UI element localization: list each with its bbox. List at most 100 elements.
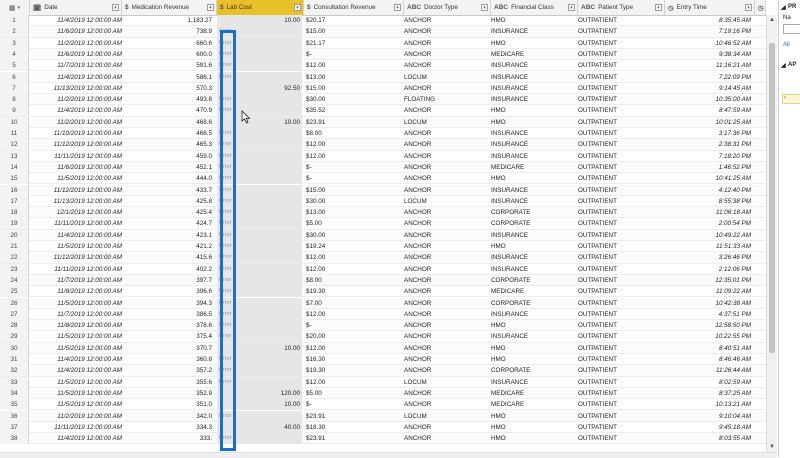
error-value[interactable]: Error bbox=[219, 105, 231, 116]
filter-dropdown-icon[interactable]: ▾ bbox=[745, 4, 752, 11]
lab-cost-cell[interactable]: Error bbox=[217, 376, 302, 388]
row-number[interactable]: 6 bbox=[0, 71, 29, 83]
row-number[interactable]: 22 bbox=[0, 252, 29, 264]
error-value[interactable]: Error bbox=[219, 151, 231, 162]
column-header-doctor-type[interactable]: ABC Doctor Type ▾ bbox=[404, 0, 491, 15]
table-row[interactable]: 31 11/4/2019 12:00:00 AM 360.8 Error $16.30 A… bbox=[0, 354, 766, 366]
lab-cost-cell[interactable]: Error bbox=[217, 263, 302, 275]
error-value[interactable]: Error bbox=[219, 207, 231, 218]
row-number[interactable]: 13 bbox=[0, 150, 29, 162]
panel-caret-icon-2[interactable]: ◢ bbox=[781, 62, 786, 69]
lab-cost-cell[interactable]: 92.50 bbox=[217, 82, 302, 94]
table-row[interactable]: 17 11/13/2019 12:00:00 AM 425.8 Error $30.00… bbox=[0, 195, 766, 208]
table-row[interactable]: 36 11/2/2019 12:00:00 AM 342.0 Error $23.91 L… bbox=[0, 410, 766, 422]
table-row[interactable]: 11 11/10/2019 12:00:00 AM 466.5 Error $8.00 A… bbox=[0, 128, 766, 140]
error-value[interactable]: Error bbox=[219, 139, 231, 150]
lab-cost-cell[interactable]: Error bbox=[217, 139, 302, 151]
row-number[interactable]: 30 bbox=[0, 342, 29, 354]
row-number[interactable]: 9 bbox=[0, 105, 29, 117]
row-number[interactable]: 16 bbox=[0, 184, 29, 196]
row-number[interactable]: 2 bbox=[0, 26, 29, 38]
error-value[interactable]: Error bbox=[219, 331, 231, 342]
column-header-consultation-revenue[interactable]: $ Consultation Revenue ▾ bbox=[304, 0, 404, 15]
row-number[interactable]: 3 bbox=[0, 37, 29, 49]
error-value[interactable]: Error bbox=[219, 128, 231, 139]
error-value[interactable]: Error bbox=[219, 377, 231, 388]
table-row[interactable]: 30 11/5/2019 12:00:00 AM 370.7 10.00 $12.00 A… bbox=[0, 342, 766, 354]
lab-cost-cell[interactable]: Error bbox=[217, 274, 302, 286]
column-header-lab-cost[interactable]: $ Lab Cost ▾ bbox=[217, 0, 304, 15]
error-value[interactable]: Error bbox=[219, 309, 231, 320]
row-number[interactable]: 31 bbox=[0, 354, 29, 365]
column-header-date[interactable]: 🗓 Date ▾ bbox=[30, 0, 122, 15]
lab-cost-cell[interactable]: Error bbox=[217, 433, 302, 445]
error-value[interactable]: Error bbox=[219, 218, 231, 229]
table-row[interactable]: 3 11/2/2019 12:00:00 AM 660.6 Error $21.17 AN… bbox=[0, 37, 766, 49]
panel-caret-icon[interactable]: ◢ bbox=[781, 4, 786, 11]
row-number[interactable]: 27 bbox=[0, 308, 29, 320]
error-value[interactable]: Error bbox=[219, 162, 231, 173]
table-row[interactable]: 37 11/11/2019 12:00:00 AM 334.3 40.00 $18.30… bbox=[0, 421, 766, 434]
lab-cost-cell[interactable]: Error bbox=[217, 105, 302, 117]
lab-cost-cell[interactable]: Error bbox=[217, 229, 302, 241]
error-value[interactable]: Error bbox=[219, 49, 231, 60]
lab-cost-cell[interactable]: Error bbox=[217, 37, 302, 49]
error-value[interactable]: Error bbox=[219, 264, 231, 275]
row-number[interactable]: 5 bbox=[0, 60, 29, 72]
filter-dropdown-icon[interactable]: ▾ bbox=[568, 4, 575, 11]
row-number[interactable]: 20 bbox=[0, 229, 29, 241]
table-row[interactable]: 2 11/6/2019 12:00:00 AM 738.9 Error $15.00 AN… bbox=[0, 26, 766, 38]
table-row[interactable]: 34 11/5/2019 12:00:00 AM 352.9 120.00 $5.00 A… bbox=[0, 387, 766, 400]
table-row[interactable]: 5 11/7/2019 12:00:00 AM 591.6 Error $12.00 AN… bbox=[0, 60, 766, 72]
all-properties-link[interactable]: All bbox=[783, 42, 790, 48]
table-row[interactable]: 32 11/4/2019 12:00:00 AM 357.2 Error $19.30 A… bbox=[0, 365, 766, 377]
table-row[interactable]: 23 11/11/2019 12:00:00 AM 402.2 Error $12.00… bbox=[0, 263, 766, 275]
row-number[interactable]: 38 bbox=[0, 433, 29, 445]
lab-cost-cell[interactable]: Error bbox=[217, 286, 302, 298]
table-row[interactable]: 7 11/13/2019 12:00:00 AM 570.3 92.50 $15.00 A… bbox=[0, 82, 766, 95]
column-header-financial-class[interactable]: ABC Financial Class ▾ bbox=[491, 0, 578, 15]
error-value[interactable]: Error bbox=[219, 230, 231, 241]
row-number[interactable]: 10 bbox=[0, 116, 29, 128]
lab-cost-cell[interactable]: Error bbox=[217, 410, 302, 422]
lab-cost-cell[interactable]: Error bbox=[217, 241, 302, 252]
filter-dropdown-icon[interactable]: ▾ bbox=[481, 4, 488, 11]
lab-cost-cell[interactable]: Error bbox=[217, 60, 302, 72]
row-number[interactable]: 11 bbox=[0, 128, 29, 139]
error-value[interactable]: Error bbox=[219, 26, 231, 37]
error-value[interactable]: Error bbox=[219, 38, 231, 49]
row-number[interactable]: 28 bbox=[0, 320, 29, 332]
table-menu-button[interactable]: ▦ ▾ bbox=[0, 0, 30, 15]
lab-cost-cell[interactable]: 10.00 bbox=[217, 342, 302, 354]
table-row[interactable]: 16 11/12/2019 12:00:00 AM 433.7 Error $15.00… bbox=[0, 184, 766, 196]
table-row[interactable]: 6 11/4/2019 12:00:00 AM 586.1 Error $13.00 LO… bbox=[0, 71, 766, 83]
row-number[interactable]: 12 bbox=[0, 139, 29, 151]
row-number[interactable]: 8 bbox=[0, 94, 29, 106]
row-number[interactable]: 21 bbox=[0, 241, 29, 252]
error-value[interactable]: Error bbox=[219, 94, 231, 105]
error-value[interactable]: Error bbox=[219, 241, 231, 252]
lab-cost-cell[interactable]: Error bbox=[217, 320, 302, 332]
lab-cost-cell[interactable]: Error bbox=[217, 195, 302, 207]
row-number[interactable]: 4 bbox=[0, 48, 29, 60]
table-row[interactable]: 24 11/7/2019 12:00:00 AM 397.7 Error $8.00 AN… bbox=[0, 274, 766, 287]
row-number[interactable]: 25 bbox=[0, 286, 29, 298]
row-number[interactable]: 33 bbox=[0, 376, 29, 388]
table-row[interactable]: 4 11/6/2019 12:00:00 AM 600.0 Error $- ANCHOR… bbox=[0, 48, 766, 61]
lab-cost-cell[interactable]: Error bbox=[217, 218, 302, 230]
error-value[interactable]: Error bbox=[219, 185, 231, 196]
filter-dropdown-icon[interactable]: ▾ bbox=[655, 4, 662, 11]
lab-cost-cell[interactable]: Error bbox=[217, 128, 302, 139]
row-number[interactable]: 32 bbox=[0, 365, 29, 377]
row-number[interactable]: 14 bbox=[0, 161, 29, 173]
table-row[interactable]: 26 11/5/2019 12:00:00 AM 394.3 Error $7.00 AN… bbox=[0, 297, 766, 309]
table-row[interactable]: 22 11/12/2019 12:00:00 AM 415.6 Error $12.00… bbox=[0, 252, 766, 264]
error-value[interactable]: Error bbox=[219, 72, 231, 83]
scroll-down-icon[interactable]: ▼ bbox=[767, 442, 777, 452]
lab-cost-cell[interactable]: 10.00 bbox=[217, 116, 302, 128]
lab-cost-cell[interactable]: Error bbox=[217, 184, 302, 196]
lab-cost-cell[interactable]: Error bbox=[217, 354, 302, 365]
error-value[interactable]: Error bbox=[219, 275, 231, 286]
column-header-patient-type[interactable]: ABC Patient Type ▾ bbox=[578, 0, 665, 15]
row-number[interactable]: 29 bbox=[0, 331, 29, 343]
